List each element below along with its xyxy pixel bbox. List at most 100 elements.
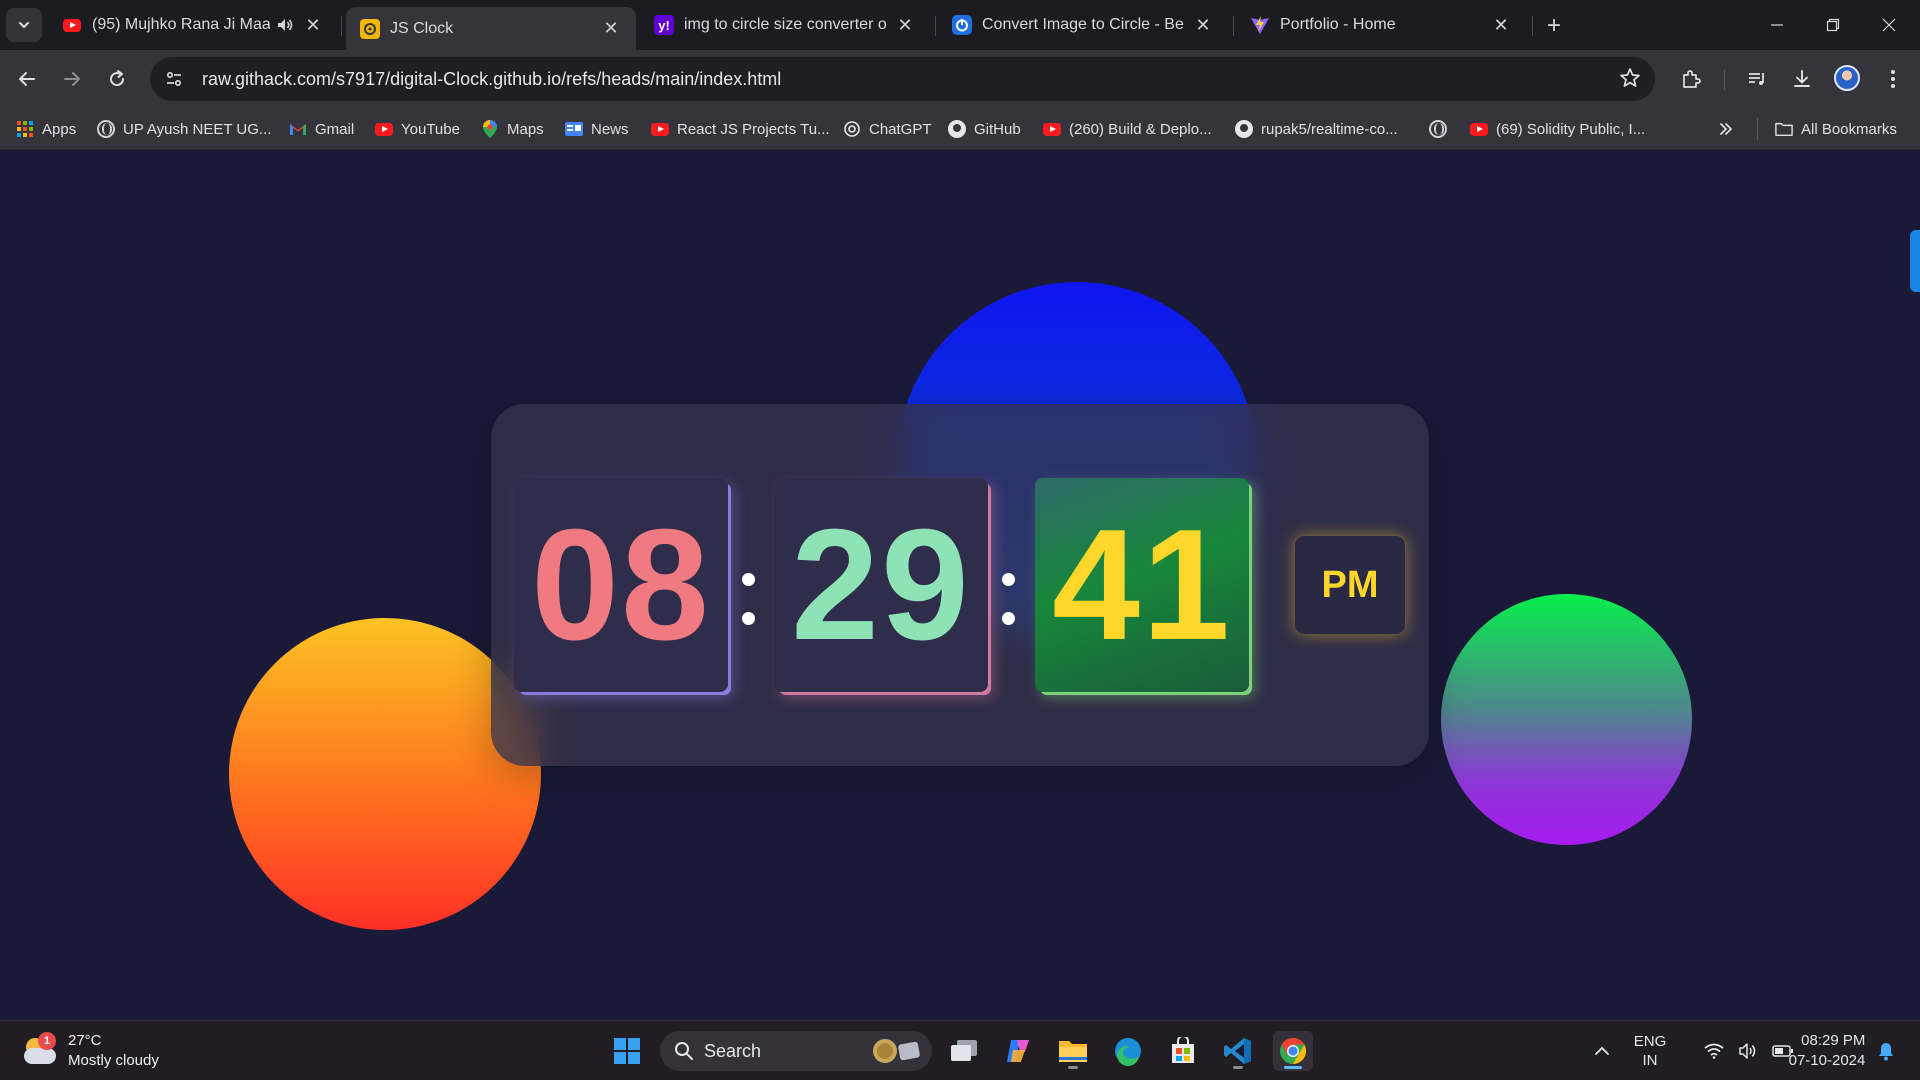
green-purple-gradient-orb <box>1441 594 1692 845</box>
colon-separator <box>999 478 1019 692</box>
windows-start-icon[interactable] <box>607 1031 647 1071</box>
tab-title: (95) Mujhko Rana Ji Maaf K <box>92 16 270 33</box>
edge-icon[interactable] <box>1108 1031 1148 1071</box>
wifi-icon <box>1704 1043 1724 1059</box>
tab-convert-image[interactable]: Convert Image to Circle - Best I ✕ <box>938 7 1228 43</box>
close-window-icon[interactable] <box>1866 8 1912 42</box>
bookmark-label: (260) Build & Deplo... <box>1069 120 1212 138</box>
bookmark-label: rupak5/realtime-co... <box>1261 120 1398 138</box>
tab-js-clock[interactable]: JS Clock ✕ <box>346 7 636 50</box>
bookmark-maps[interactable]: Maps <box>481 117 544 141</box>
bookmark-label: News <box>591 120 629 138</box>
profile-avatar[interactable] <box>1834 65 1860 91</box>
folder-icon <box>1775 120 1793 138</box>
bookmark-label: ChatGPT <box>869 120 932 138</box>
close-tab-icon[interactable]: ✕ <box>302 14 324 36</box>
bookmark-label: (69) Solidity Public, I... <box>1496 120 1646 138</box>
copilot-icon[interactable] <box>998 1031 1038 1071</box>
close-tab-icon[interactable]: ✕ <box>1490 14 1512 36</box>
tab-divider <box>935 16 936 36</box>
bookmark-label: YouTube <box>401 120 460 138</box>
youtube-icon <box>62 15 82 35</box>
tab-portfolio[interactable]: Portfolio - Home ✕ <box>1236 7 1526 43</box>
partly-cloudy-icon: 1 <box>22 1032 56 1066</box>
bookmark-label: GitHub <box>974 120 1021 138</box>
apps-grid-icon <box>16 120 34 138</box>
youtube-icon <box>375 120 393 138</box>
power-circle-icon <box>952 15 972 35</box>
chrome-icon[interactable] <box>1273 1031 1313 1071</box>
taskbar-search-box[interactable]: Search <box>660 1031 932 1071</box>
google-news-icon <box>565 120 583 138</box>
side-panel-tab[interactable] <box>1910 230 1920 292</box>
clock-icon <box>360 18 380 39</box>
tab-divider <box>341 16 342 36</box>
download-icon[interactable] <box>1787 64 1817 94</box>
bookmark-build-deploy[interactable]: (260) Build & Deplo... <box>1043 117 1212 141</box>
show-hidden-icons-chevron-up-icon[interactable] <box>1588 1021 1616 1080</box>
bookmark-rupak5-realtime[interactable]: rupak5/realtime-co... <box>1235 117 1398 141</box>
address-bar[interactable]: raw.githack.com/s7917/digital-Clock.gith… <box>150 57 1655 101</box>
tab-divider <box>1532 16 1533 36</box>
close-tab-icon[interactable]: ✕ <box>600 18 622 40</box>
tab-youtube-music[interactable]: (95) Mujhko Rana Ji Maaf K ✕ <box>48 7 338 43</box>
site-info-tune-icon[interactable] <box>158 63 190 95</box>
minutes-display: 29 <box>774 478 988 692</box>
bookmarks-bar: Apps UP Ayush NEET UG... Gmail YouTube M… <box>0 108 1920 150</box>
taskbar-time: 08:29 PM <box>1801 1032 1866 1049</box>
volume-icon <box>1739 1043 1756 1059</box>
task-view-icon[interactable] <box>944 1031 984 1071</box>
weather-widget[interactable]: 1 27°C Mostly cloudy <box>22 1031 159 1071</box>
bookmark-star-icon[interactable] <box>1619 67 1641 94</box>
clock-and-date[interactable]: 08:29 PM 07-10-2024 <box>1784 1021 1870 1080</box>
tab-title: Convert Image to Circle - Best I <box>982 16 1184 33</box>
tab-divider <box>1233 16 1234 36</box>
bookmarks-divider <box>1757 118 1758 140</box>
bookmark-news[interactable]: News <box>565 117 629 141</box>
back-arrow-icon[interactable] <box>11 63 43 95</box>
windows-taskbar: 1 27°C Mostly cloudy Search ENG IN 08:29… <box>0 1020 1920 1080</box>
url-text[interactable]: raw.githack.com/s7917/digital-Clock.gith… <box>202 69 781 90</box>
language-indicator[interactable]: ENG IN <box>1628 1021 1672 1080</box>
bookmark-youtube[interactable]: YouTube <box>375 117 460 141</box>
minimize-icon[interactable] <box>1754 8 1800 42</box>
bookmark-apps[interactable]: Apps <box>16 117 76 141</box>
bookmark-label: All Bookmarks <box>1801 120 1897 138</box>
hours-display: 08 <box>514 478 728 692</box>
bookmark-github[interactable]: GitHub <box>948 117 1021 141</box>
bookmark-chatgpt[interactable]: ChatGPT <box>843 117 932 141</box>
more-bookmarks-chevron-icon[interactable] <box>1718 117 1734 141</box>
file-explorer-icon[interactable] <box>1053 1031 1093 1071</box>
audio-playing-icon[interactable] <box>276 16 294 34</box>
weather-condition: Mostly cloudy <box>68 1052 159 1069</box>
media-controls-icon[interactable] <box>1742 64 1772 94</box>
all-bookmarks-folder[interactable]: All Bookmarks <box>1775 117 1897 141</box>
restore-icon[interactable] <box>1810 8 1856 42</box>
bookmark-label: Maps <box>507 120 544 138</box>
search-icon <box>675 1042 693 1060</box>
tab-search-button[interactable] <box>6 8 42 42</box>
search-highlight-icon <box>872 1038 922 1064</box>
tab-yahoo-search[interactable]: y! img to circle size converter onli ✕ <box>640 7 930 43</box>
forward-arrow-icon[interactable] <box>56 63 88 95</box>
extensions-puzzle-icon[interactable] <box>1676 64 1706 94</box>
bookmark-globe[interactable] <box>1429 117 1455 141</box>
gmail-icon <box>289 120 307 138</box>
toolbar-divider <box>1724 70 1725 90</box>
close-tab-icon[interactable]: ✕ <box>1192 14 1214 36</box>
notification-bell-icon[interactable] <box>1874 1021 1898 1080</box>
vscode-icon[interactable] <box>1218 1031 1258 1071</box>
close-tab-icon[interactable]: ✕ <box>894 14 916 36</box>
tab-title: JS Clock <box>390 19 454 37</box>
youtube-icon <box>1043 120 1061 138</box>
bookmark-gmail[interactable]: Gmail <box>289 117 354 141</box>
reload-icon[interactable] <box>101 63 133 95</box>
bookmark-react-projects[interactable]: React JS Projects Tu... <box>651 117 830 141</box>
language-region: IN <box>1642 1052 1658 1069</box>
youtube-icon <box>651 120 669 138</box>
microsoft-store-icon[interactable] <box>1163 1031 1203 1071</box>
new-tab-plus-icon[interactable]: + <box>1540 12 1568 40</box>
bookmark-solidity[interactable]: (69) Solidity Public, I... <box>1470 117 1645 141</box>
bookmark-up-ayush[interactable]: UP Ayush NEET UG... <box>97 117 271 141</box>
kebab-menu-icon[interactable] <box>1878 64 1908 94</box>
